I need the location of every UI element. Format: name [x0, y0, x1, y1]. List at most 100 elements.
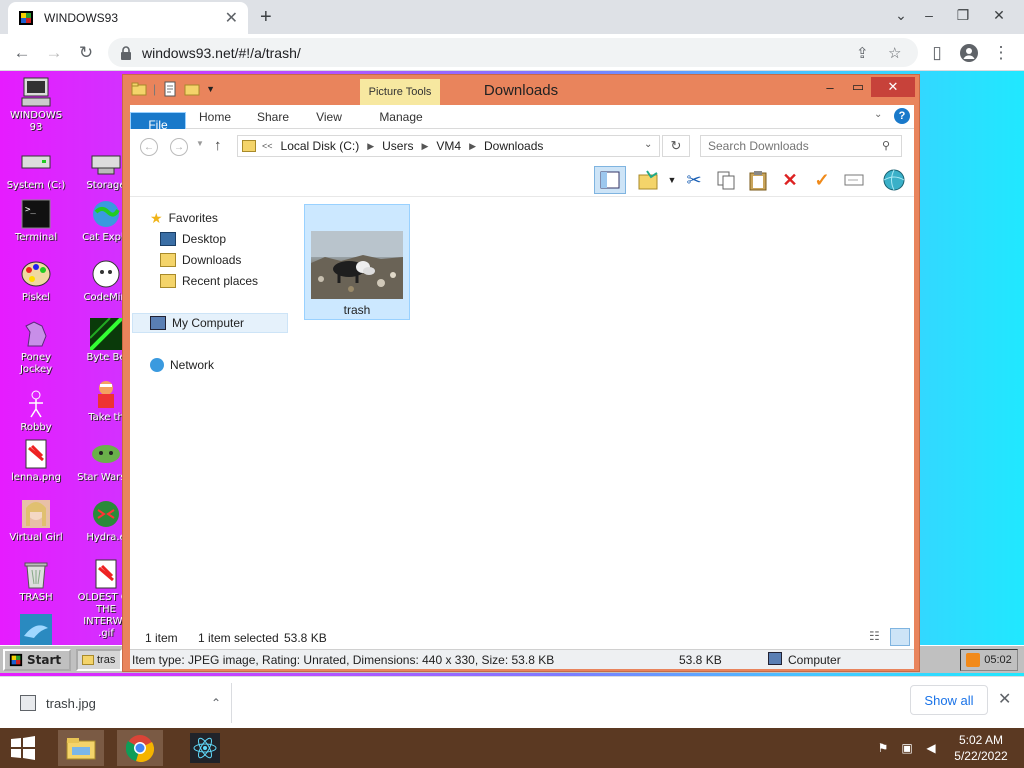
browser-menu-icon[interactable]: ⋮ [990, 42, 1012, 64]
desktop-icon-robby[interactable]: Robby [4, 388, 68, 434]
up-arrow-icon[interactable]: ↑ [214, 137, 222, 154]
file-explorer-icon [66, 738, 96, 760]
close-downloads-bar-icon[interactable]: ✕ [998, 689, 1011, 709]
recent-places-icon [160, 274, 176, 288]
desktop-icon-terminal[interactable]: >_ Terminal [4, 198, 68, 244]
taskbar-react-app[interactable] [182, 730, 228, 766]
desktop-icon-poney-jockey[interactable]: Poney Jockey [4, 318, 68, 376]
tab-manage[interactable]: Manage [361, 105, 441, 129]
window-maximize-button[interactable]: ▭ [845, 77, 871, 97]
tab-view[interactable]: View [306, 105, 352, 129]
nav-network[interactable]: Network [150, 355, 214, 375]
taskbar-chrome[interactable] [117, 730, 163, 766]
nav-my-computer[interactable]: My Computer [132, 313, 288, 333]
breadcrumb-users[interactable]: Users [382, 139, 413, 153]
system-clock[interactable]: 5:02 AM 5/22/2022 [948, 732, 1014, 764]
desktop-icon-system-c[interactable]: System (C:) [4, 146, 68, 192]
forward-button[interactable]: → [170, 138, 188, 156]
nav-favorites[interactable]: ★ Favorites [150, 208, 218, 228]
command-toolbar: ▼ ✂ ✕ ✓ [130, 163, 914, 197]
recent-locations-chevron-icon[interactable]: ▼ [196, 139, 204, 148]
address-dropdown-icon[interactable]: ⌄ [644, 139, 652, 150]
cut-scissors-icon[interactable]: ✂ [682, 168, 706, 192]
new-tab-button[interactable]: + [260, 6, 272, 28]
address-bar[interactable]: windows93.net/#!/a/trash/ ⇪ ☆ [108, 38, 918, 67]
clock-date: 5/22/2022 [954, 749, 1008, 763]
search-input[interactable] [700, 135, 902, 157]
minimize-browser-button[interactable]: – [912, 0, 946, 30]
breadcrumb-downloads[interactable]: Downloads [484, 139, 543, 153]
volume-muted-icon[interactable]: ◀ [922, 739, 940, 757]
rss-feed-icon[interactable] [966, 653, 981, 667]
reload-icon[interactable]: ↻ [75, 42, 97, 64]
taskbar-file-explorer[interactable] [58, 730, 104, 766]
back-button[interactable]: ← [140, 138, 158, 156]
file-item-trash[interactable]: trash [304, 204, 410, 320]
preview-pane-icon[interactable] [594, 166, 626, 194]
desktop-icon-virtual-girl[interactable]: Virtual Girl [4, 498, 68, 544]
desktop-icon-label: Hydra.e [86, 532, 126, 543]
address-breadcrumb[interactable]: << Local Disk (C:) ▶ Users ▶ VM4 ▶ Downl… [237, 135, 660, 157]
breadcrumb-local-disk[interactable]: Local Disk (C:) [281, 139, 360, 153]
bookmark-star-icon[interactable]: ☆ [888, 44, 901, 62]
nav-desktop[interactable]: Desktop [160, 229, 226, 249]
download-options-chevron-icon[interactable]: ⌃ [211, 696, 221, 710]
side-panel-icon[interactable]: ▯ [926, 42, 948, 64]
breadcrumb-separator-icon[interactable]: ▶ [421, 141, 428, 152]
refresh-icon[interactable]: ↻ [662, 135, 690, 157]
desktop-icon-windows93[interactable]: WINDOWS 93 [4, 76, 68, 134]
desktop-icon-piskel[interactable]: Piskel [4, 258, 68, 304]
properties-globe-icon[interactable] [882, 168, 906, 192]
file-name: trash [343, 303, 371, 317]
desktop-icon-label: Take th [88, 412, 124, 423]
desktop-icon-trash[interactable]: TRASH [4, 558, 68, 604]
desktop-icon-label: TRASH [19, 592, 53, 603]
network-tray-icon[interactable]: ▣ [898, 739, 916, 757]
checkmark-icon[interactable]: ✓ [810, 168, 834, 192]
delete-x-icon[interactable]: ✕ [778, 168, 802, 192]
nav-recent-places[interactable]: Recent places [160, 271, 258, 291]
desktop-icon-lenna[interactable]: lenna.png [4, 438, 68, 484]
windows-logo-icon [11, 736, 35, 760]
back-arrow-icon[interactable]: ← [11, 42, 33, 64]
w93-start-button[interactable]: Start [3, 649, 71, 671]
forward-arrow-icon[interactable]: → [43, 42, 65, 64]
browser-tab[interactable]: WINDOWS93 ✕ [8, 2, 248, 34]
network-icon [150, 358, 164, 372]
close-tab-icon[interactable]: ✕ [225, 8, 238, 28]
expand-ribbon-chevron-icon[interactable]: ⌄ [874, 109, 882, 120]
share-icon[interactable]: ⇪ [856, 44, 869, 62]
storage-icon [90, 146, 122, 178]
chrome-icon [126, 735, 154, 762]
breadcrumb-separator-icon[interactable]: ▶ [367, 141, 374, 152]
folder-options-dropdown-icon[interactable]: ▼ [660, 168, 684, 192]
breadcrumb-vm4[interactable]: VM4 [436, 139, 461, 153]
copy-icon[interactable] [714, 168, 738, 192]
cat-explorer-icon [90, 198, 122, 230]
os-start-button[interactable] [0, 730, 46, 766]
help-icon[interactable]: ? [894, 108, 910, 124]
close-browser-button[interactable]: ✕ [982, 0, 1016, 30]
rename-icon[interactable] [842, 168, 866, 192]
window-minimize-button[interactable]: – [817, 77, 843, 97]
start-label: Start [27, 653, 62, 667]
details-view-icon[interactable]: ☷ [869, 629, 880, 643]
tab-share[interactable]: Share [248, 105, 298, 129]
search-icon[interactable]: ⚲ [882, 139, 890, 152]
w93-task-explorer[interactable]: tras [76, 649, 122, 671]
show-all-downloads-button[interactable]: Show all [910, 685, 988, 715]
window-close-button[interactable]: ✕ [871, 77, 915, 97]
tab-home[interactable]: Home [190, 105, 240, 129]
paste-clipboard-icon[interactable] [746, 168, 770, 192]
profile-avatar-icon[interactable] [958, 42, 980, 64]
action-center-flag-icon[interactable]: ⚑ [874, 739, 892, 757]
restore-browser-button[interactable]: ❐ [946, 0, 980, 30]
dolphin-icon [20, 614, 52, 646]
nav-downloads[interactable]: Downloads [160, 250, 241, 270]
large-icons-view-icon[interactable] [890, 628, 910, 646]
download-item[interactable]: trash.jpg ⌃ [10, 683, 232, 723]
desktop-icon-dolphin[interactable] [4, 614, 68, 648]
breadcrumb-separator-icon[interactable]: ▶ [469, 141, 476, 152]
breadcrumb-overflow[interactable]: << [262, 141, 273, 151]
folder-options-icon[interactable] [636, 168, 660, 192]
